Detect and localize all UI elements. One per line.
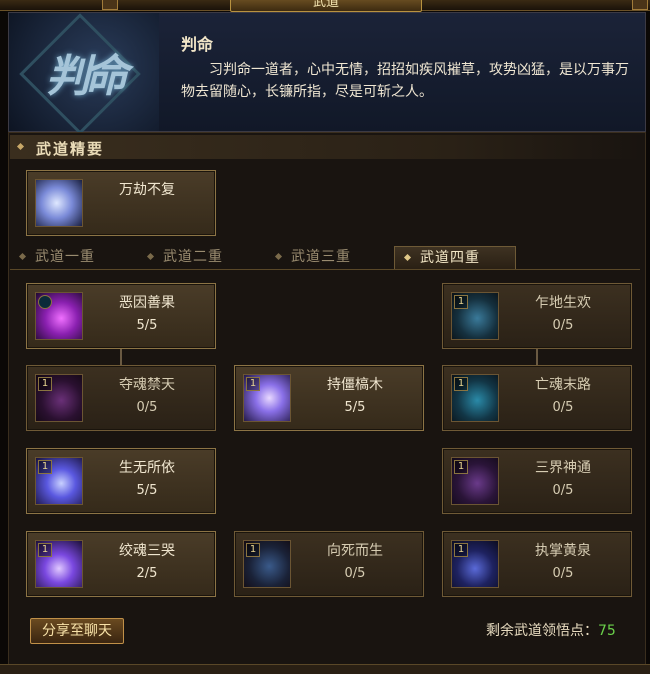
skill-level: 5/5 [136, 483, 158, 498]
rank-badge-icon [38, 295, 52, 309]
skill-card[interactable]: 1 三界神通 0/5 [442, 448, 632, 514]
skill-card[interactable]: 1 向死而生 0/5 [234, 531, 424, 597]
close-button[interactable] [632, 0, 648, 10]
skill-connector [120, 347, 122, 365]
tab-tier-1[interactable]: 武道一重 [10, 246, 130, 268]
rank-badge: 1 [38, 543, 52, 557]
blue-slash-icon: 1 [35, 457, 83, 505]
spirit-aura-icon: 1 [243, 374, 291, 422]
skill-name: 向死而生 [327, 543, 383, 559]
skill-name: 执掌黄泉 [535, 543, 591, 559]
sect-header: 判命 判命 习判命一道者，心中无情，招招如疾风摧草，攻势凶猛，是以万事万物去留随… [8, 12, 646, 135]
skill-level: 0/5 [552, 566, 574, 581]
skill-name: 亡魂末路 [535, 377, 591, 393]
emblem-calligraphy: 判命 [46, 51, 128, 102]
tier-tabs: 武道一重 武道二重 武道三重 武道四重 [10, 246, 640, 270]
skill-name: 恶因善果 [119, 295, 175, 311]
skill-level: 0/5 [344, 566, 366, 581]
tab-tier-3[interactable]: 武道三重 [266, 246, 386, 268]
rank-badge: 1 [454, 460, 468, 474]
skill-card-essence[interactable]: 万劫不复 [26, 170, 216, 236]
diamond-bullet-icon [16, 142, 25, 151]
skill-level: 0/5 [136, 400, 158, 415]
skill-level: 5/5 [344, 400, 366, 415]
skill-card[interactable]: 1 乍地生欢 0/5 [442, 283, 632, 349]
skill-card[interactable]: 1 执掌黄泉 0/5 [442, 531, 632, 597]
ice-swirl-icon [35, 179, 83, 227]
rank-badge: 1 [454, 377, 468, 391]
skill-level: 0/5 [552, 483, 574, 498]
skill-connector [536, 347, 538, 365]
diamond-bullet-icon [18, 252, 27, 261]
tab-tier-2[interactable]: 武道二重 [138, 246, 258, 268]
rank-badge: 1 [38, 460, 52, 474]
points-label: 剩余武道领悟点： [486, 623, 598, 639]
points-value: 75 [598, 623, 616, 639]
cyan-ghost-icon: 1 [451, 292, 499, 340]
remaining-points: 剩余武道领悟点：75 [486, 620, 616, 640]
skill-name: 生无所依 [119, 460, 175, 476]
skill-name: 万劫不复 [119, 182, 175, 198]
purple-reaper-icon: 1 [35, 374, 83, 422]
skill-card[interactable]: 恶因善果 5/5 [26, 283, 216, 349]
essence-section-header: 武道精要 [10, 135, 640, 159]
magenta-ghost-icon [35, 292, 83, 340]
skill-name: 三界神通 [535, 460, 591, 476]
diamond-bullet-icon [403, 253, 412, 262]
purple-vortex-icon: 1 [451, 457, 499, 505]
skill-name: 绞魂三哭 [119, 543, 175, 559]
skill-card[interactable]: 1 生无所依 5/5 [26, 448, 216, 514]
diamond-bullet-icon [146, 252, 155, 261]
share-to-chat-button[interactable]: 分享至聊天 [30, 618, 124, 644]
tab-tier-4[interactable]: 武道四重 [394, 246, 516, 269]
window-title: 武道 [230, 0, 422, 12]
rank-badge: 1 [454, 543, 468, 557]
skill-name: 持僵槁木 [327, 377, 383, 393]
skill-card[interactable]: 1 持僵槁木 5/5 [234, 365, 424, 431]
skill-level: 5/5 [136, 318, 158, 333]
diamond-bullet-icon [274, 252, 283, 261]
skill-level: 0/5 [552, 318, 574, 333]
window-titlebar: 武道 [0, 0, 650, 12]
violet-slash-icon: 1 [35, 540, 83, 588]
skill-name: 乍地生欢 [535, 295, 591, 311]
rank-badge: 1 [454, 295, 468, 309]
left-frame-button [102, 0, 118, 10]
essence-title: 武道精要 [36, 140, 105, 158]
sect-name: 判命 [181, 35, 214, 54]
blue-wave-icon: 1 [451, 540, 499, 588]
skill-card[interactable]: 1 绞魂三哭 2/5 [26, 531, 216, 597]
skill-card[interactable]: 1 夺魂禁天 0/5 [26, 365, 216, 431]
skill-name: 夺魂禁天 [119, 377, 175, 393]
sect-description: 习判命一道者，心中无情，招招如疾风摧草，攻势凶猛，是以万事万物去留随心，长镰所指… [181, 62, 629, 100]
teal-ghost-icon: 1 [451, 374, 499, 422]
dark-rune-icon: 1 [243, 540, 291, 588]
rank-badge: 1 [38, 377, 52, 391]
rank-badge: 1 [246, 377, 260, 391]
skill-level: 2/5 [136, 566, 158, 581]
skill-card[interactable]: 1 亡魂末路 0/5 [442, 365, 632, 431]
rank-badge: 1 [246, 543, 260, 557]
tab-divider [10, 269, 640, 270]
skill-level: 0/5 [552, 400, 574, 415]
sect-emblem: 判命 [9, 13, 159, 135]
